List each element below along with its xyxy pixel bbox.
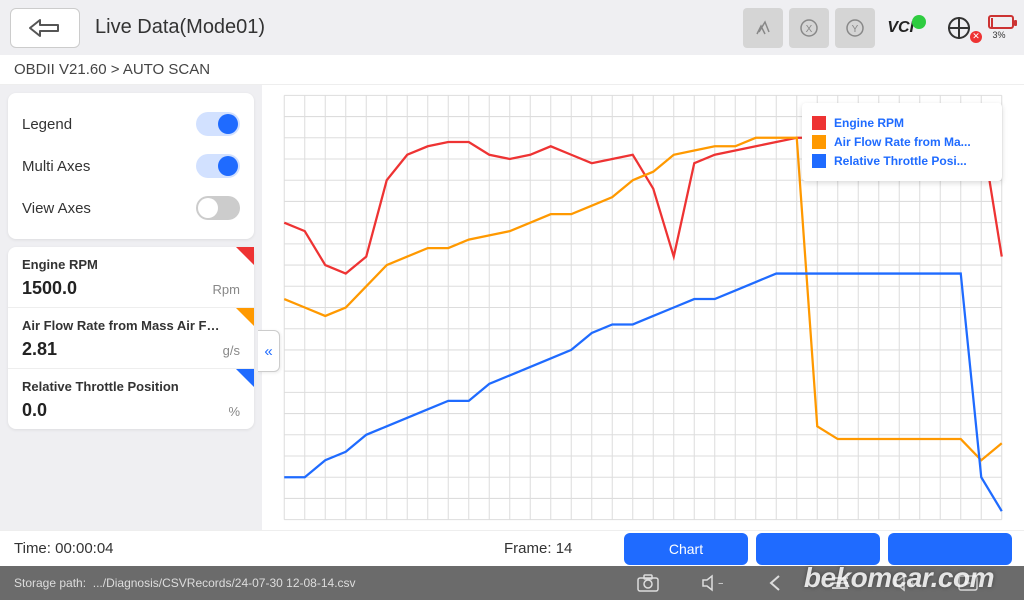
param-name: Air Flow Rate from Mass Air Flow S... (22, 318, 240, 333)
menu-icon[interactable] (828, 573, 852, 593)
param-card[interactable]: Air Flow Rate from Mass Air Flow S... 2.… (8, 307, 254, 368)
chart-button[interactable]: Chart (624, 533, 748, 565)
y-axis-button[interactable]: Y (835, 8, 875, 48)
volume-down-icon[interactable]: − (700, 573, 724, 593)
storage-path-display: Storage path: .../Diagnosis/CSVRecords/2… (14, 576, 636, 590)
color-marker-icon (236, 247, 254, 265)
param-unit: Rpm (213, 282, 240, 297)
action-button-3[interactable] (888, 533, 1012, 565)
param-value: 0.0 (22, 400, 47, 421)
chart-area[interactable]: Engine RPM Air Flow Rate from Ma... Rela… (262, 85, 1024, 530)
battery-indicator: 3% (984, 15, 1014, 40)
x-axis-button[interactable]: X (789, 8, 829, 48)
param-value: 2.81 (22, 339, 57, 360)
page-title: Live Data(Mode01) (95, 16, 743, 39)
screenshot-icon[interactable] (956, 573, 980, 593)
volume-up-icon[interactable]: + (892, 573, 916, 593)
view-axes-toggle-label: View Axes (22, 200, 91, 217)
multi-axes-toggle[interactable] (196, 154, 240, 178)
back-nav-icon[interactable] (764, 573, 788, 593)
camera-icon[interactable] (636, 573, 660, 593)
param-unit: % (228, 404, 240, 419)
time-display: Time: 00:00:04 (14, 540, 504, 557)
svg-text:Y: Y (852, 24, 859, 35)
frame-display: Frame: 14 (504, 540, 624, 557)
param-name: Relative Throttle Position (22, 379, 240, 394)
param-name: Engine RPM (22, 257, 240, 272)
legend-item: Relative Throttle Posi... (812, 154, 992, 168)
chart-legend: Engine RPM Air Flow Rate from Ma... Rela… (802, 103, 1002, 181)
legend-toggle[interactable] (196, 112, 240, 136)
breadcrumb: OBDII V21.60 > AUTO SCAN (0, 55, 1024, 85)
param-card[interactable]: Relative Throttle Position 0.0 % (8, 368, 254, 429)
brush-icon[interactable] (743, 8, 783, 48)
sidebar: Legend Multi Axes View Axes Engine RPM 1… (0, 85, 262, 530)
action-button-2[interactable] (756, 533, 880, 565)
param-card[interactable]: Engine RPM 1500.0 Rpm (8, 247, 254, 307)
param-unit: g/s (223, 343, 240, 358)
legend-toggle-label: Legend (22, 116, 72, 133)
network-icon: ✕ (940, 17, 978, 39)
view-axes-toggle[interactable] (196, 196, 240, 220)
multi-axes-toggle-label: Multi Axes (22, 158, 90, 175)
vci-status-icon: VCI (887, 19, 928, 37)
legend-item: Engine RPM (812, 116, 992, 130)
color-marker-icon (236, 369, 254, 387)
param-value: 1500.0 (22, 278, 77, 299)
svg-text:X: X (806, 24, 813, 35)
svg-text:+: + (909, 578, 915, 590)
color-marker-icon (236, 308, 254, 326)
back-button[interactable] (10, 8, 80, 48)
legend-item: Air Flow Rate from Ma... (812, 135, 992, 149)
svg-text:−: − (718, 578, 723, 590)
